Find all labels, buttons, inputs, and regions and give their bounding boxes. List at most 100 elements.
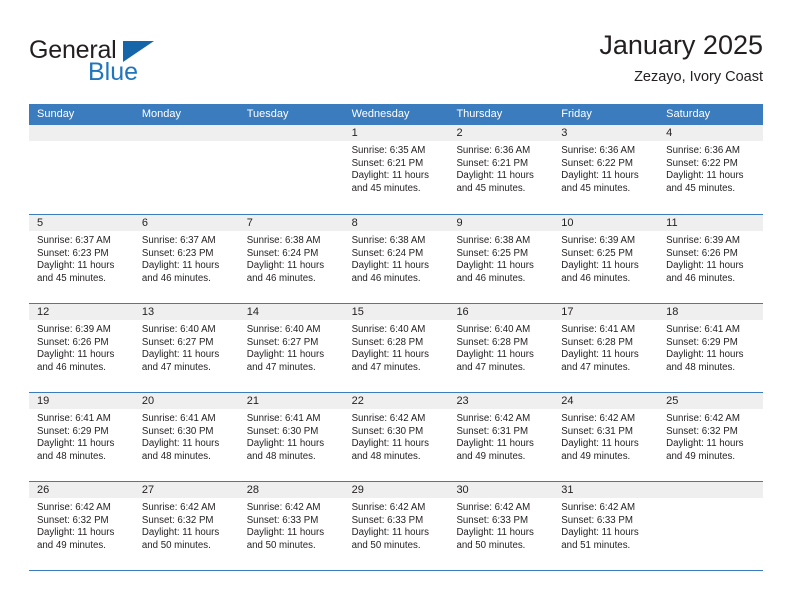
day-details: Sunrise: 6:41 AM Sunset: 6:30 PM Daylight:… [134,409,239,463]
calendar-day-cell[interactable]: 20 Sunrise: 6:41 AM Sunset: 6:30 PM Dayligh… [133,393,239,481]
day-details: Sunrise: 6:40 AM Sunset: 6:28 PM Daylight:… [344,320,449,374]
day-number: 18 [658,304,764,320]
calendar-day-cell[interactable]: 6 Sunrise: 6:37 AM Sunset: 6:23 PM Daylight… [133,215,239,303]
day-details: Sunrise: 6:42 AM Sunset: 6:33 PM Daylight:… [553,498,658,552]
day-details: Sunrise: 6:42 AM Sunset: 6:31 PM Daylight:… [448,409,553,463]
day-number: 21 [238,393,344,409]
day-details: Sunrise: 6:42 AM Sunset: 6:32 PM Daylight:… [134,498,239,552]
sunset-text: Sunset: 6:32 PM [141,514,214,526]
calendar-day-cell[interactable]: 3 Sunrise: 6:36 AM Sunset: 6:22 PM Daylight… [553,125,659,214]
sunset-text: Sunset: 6:29 PM [666,336,738,348]
sunset-text: Sunset: 6:27 PM [141,336,214,348]
day-details: Sunrise: 6:37 AM Sunset: 6:23 PM Daylight:… [134,231,239,285]
day-details: Sunrise: 6:40 AM Sunset: 6:27 PM Daylight:… [239,320,344,374]
sunrise-text: Sunrise: 6:37 AM [141,235,216,246]
page-title: January 2025 [599,30,763,60]
calendar-day-cell[interactable]: 16 Sunrise: 6:40 AM Sunset: 6:28 PM Dayligh… [448,304,554,392]
day-details: Sunrise: 6:36 AM Sunset: 6:21 PM Daylight:… [448,141,553,195]
sunrise-text: Sunrise: 6:42 AM [456,502,531,513]
calendar-day-cell[interactable]: 21 Sunrise: 6:41 AM Sunset: 6:30 PM Dayligh… [238,393,344,481]
calendar-day-cell[interactable]: 28 Sunrise: 6:42 AM Sunset: 6:33 PM Dayligh… [238,482,344,570]
calendar-day-cell[interactable]: 10 Sunrise: 6:39 AM Sunset: 6:25 PM Dayligh… [553,215,659,303]
sunrise-text: Sunrise: 6:39 AM [37,324,111,335]
day-number: 12 [29,304,134,320]
sunset-text: Sunset: 6:32 PM [666,425,738,437]
calendar-day-cell[interactable]: 30 Sunrise: 6:42 AM Sunset: 6:33 PM Dayligh… [448,482,554,570]
calendar-day-cell[interactable]: 7 Sunrise: 6:38 AM Sunset: 6:24 PM Daylight… [238,215,344,303]
calendar-day-cell[interactable]: 17 Sunrise: 6:41 AM Sunset: 6:28 PM Dayligh… [553,304,659,392]
sunset-text: Sunset: 6:26 PM [37,336,109,348]
day-details: Sunrise: 6:39 AM Sunset: 6:25 PM Daylight:… [553,231,658,285]
calendar-day-cell[interactable]: 4 Sunrise: 6:36 AM Sunset: 6:22 PM Daylight… [658,125,764,214]
calendar-day-cell[interactable]: 31 Sunrise: 6:42 AM Sunset: 6:33 PM Dayligh… [553,482,659,570]
sunset-text: Sunset: 6:21 PM [456,157,529,169]
calendar-day-cell[interactable]: 2 Sunrise: 6:36 AM Sunset: 6:21 PM Daylight… [448,125,554,214]
daylight-text: Daylight: 11 hours and 46 minutes. [141,260,220,284]
sunset-text: Sunset: 6:23 PM [141,247,214,259]
sunset-text: Sunset: 6:25 PM [456,247,529,259]
calendar-day-cell[interactable]: 13 Sunrise: 6:40 AM Sunset: 6:27 PM Dayligh… [133,304,239,392]
day-details: Sunrise: 6:39 AM Sunset: 6:26 PM Daylight:… [29,320,134,374]
calendar-day-cell[interactable]: 26 Sunrise: 6:42 AM Sunset: 6:32 PM Dayligh… [29,482,134,570]
sunrise-text: Sunrise: 6:41 AM [246,413,321,424]
sunrise-text: Sunrise: 6:41 AM [141,413,216,424]
day-number: 2 [448,125,554,141]
daylight-text: Daylight: 11 hours and 50 minutes. [141,527,220,551]
sunrise-text: Sunrise: 6:42 AM [456,413,531,424]
weekday-header-wednesday: Wednesday [351,108,410,120]
calendar-day-cell[interactable]: 14 Sunrise: 6:40 AM Sunset: 6:27 PM Dayligh… [238,304,344,392]
sunrise-text: Sunrise: 6:40 AM [456,324,531,335]
day-details: Sunrise: 6:38 AM Sunset: 6:25 PM Daylight:… [448,231,553,285]
calendar-day-cell[interactable]: 29 Sunrise: 6:42 AM Sunset: 6:33 PM Dayligh… [343,482,449,570]
day-details: Sunrise: 6:42 AM Sunset: 6:33 PM Daylight:… [344,498,449,552]
day-details: Sunrise: 6:39 AM Sunset: 6:26 PM Daylight:… [658,231,763,285]
sunset-text: Sunset: 6:26 PM [666,247,738,259]
day-number: 3 [553,125,659,141]
weekday-header-friday: Friday [561,108,592,120]
sunset-text: Sunset: 6:30 PM [246,425,319,437]
day-details: Sunrise: 6:40 AM Sunset: 6:27 PM Daylight:… [134,320,239,374]
sunrise-text: Sunrise: 6:35 AM [351,145,426,156]
sunrise-text: Sunrise: 6:38 AM [351,235,426,246]
day-number: 31 [553,482,659,498]
calendar-day-cell[interactable]: 25 Sunrise: 6:42 AM Sunset: 6:32 PM Dayligh… [658,393,764,481]
calendar-day-cell[interactable]: 19 Sunrise: 6:41 AM Sunset: 6:29 PM Dayligh… [29,393,134,481]
day-number: 28 [238,482,344,498]
calendar-day-cell[interactable]: 24 Sunrise: 6:42 AM Sunset: 6:31 PM Dayligh… [553,393,659,481]
calendar-page: General Blue January 2025 Zezayo, Ivory … [0,0,792,612]
sunrise-text: Sunrise: 6:40 AM [351,324,426,335]
day-number: 9 [448,215,554,231]
calendar-day-cell[interactable]: 22 Sunrise: 6:42 AM Sunset: 6:30 PM Dayligh… [343,393,449,481]
calendar-day-cell[interactable]: 8 Sunrise: 6:38 AM Sunset: 6:24 PM Daylight… [343,215,449,303]
sunrise-text: Sunrise: 6:39 AM [561,235,636,246]
day-number: 24 [553,393,659,409]
calendar-day-cell[interactable]: 11 Sunrise: 6:39 AM Sunset: 6:26 PM Dayligh… [658,215,764,303]
calendar-day-cell[interactable]: 1 Sunrise: 6:35 AM Sunset: 6:21 PM Daylight… [343,125,449,214]
calendar-day-cell[interactable]: 18 Sunrise: 6:41 AM Sunset: 6:29 PM Dayligh… [658,304,764,392]
day-number: 25 [658,393,764,409]
day-number: 16 [448,304,554,320]
calendar-week-row: 19 Sunrise: 6:41 AM Sunset: 6:29 PM Dayligh… [29,392,764,481]
day-number: 22 [343,393,449,409]
daylight-text: Daylight: 11 hours and 49 minutes. [561,438,639,462]
calendar-day-cell[interactable]: 27 Sunrise: 6:42 AM Sunset: 6:32 PM Dayligh… [133,482,239,570]
day-number: 1 [343,125,449,141]
calendar-bottom-rule [29,570,763,571]
weekday-header-monday: Monday [141,108,181,120]
day-number [658,482,764,498]
day-details: Sunrise: 6:41 AM Sunset: 6:28 PM Daylight:… [553,320,658,374]
calendar-day-cell[interactable]: 23 Sunrise: 6:42 AM Sunset: 6:31 PM Dayligh… [448,393,554,481]
calendar-day-cell[interactable]: 12 Sunrise: 6:39 AM Sunset: 6:26 PM Dayligh… [29,304,134,392]
calendar-day-cell[interactable]: 15 Sunrise: 6:40 AM Sunset: 6:28 PM Dayligh… [343,304,449,392]
sunset-text: Sunset: 6:28 PM [456,336,529,348]
sunset-text: Sunset: 6:29 PM [37,425,109,437]
calendar-day-cell[interactable]: 5 Sunrise: 6:37 AM Sunset: 6:23 PM Daylight… [29,215,134,303]
calendar-day-cell-empty [238,125,344,214]
day-number: 29 [343,482,449,498]
day-details: Sunrise: 6:37 AM Sunset: 6:23 PM Daylight:… [29,231,134,285]
day-number [238,125,344,141]
calendar-day-cell[interactable]: 9 Sunrise: 6:38 AM Sunset: 6:25 PM Daylight… [448,215,554,303]
sunset-text: Sunset: 6:32 PM [37,514,109,526]
sunrise-text: Sunrise: 6:41 AM [561,324,636,335]
day-details: Sunrise: 6:41 AM Sunset: 6:30 PM Daylight:… [239,409,344,463]
